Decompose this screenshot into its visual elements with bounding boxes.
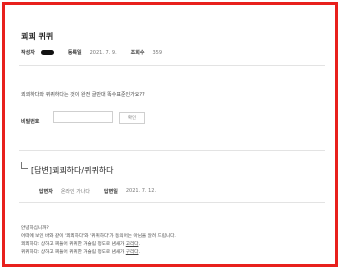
link-gurida[interactable]: 구리다 [126, 250, 139, 255]
views-label: 조회수 [130, 50, 145, 56]
reply-arrow-icon [21, 162, 28, 169]
link-gorida[interactable]: 고리다 [126, 242, 139, 247]
answer-line: 쾨쾨하다: 상하고 찌들어 퀴퀴한 거슬림 정도로 냄새가 고리다. [21, 242, 140, 247]
reply-date-value: 2021. 7. 12. [125, 188, 157, 194]
divider [19, 202, 325, 203]
content-frame: 쾨쾨 퀴퀴 작성자 등록일 2021. 7. 9. 조회수 359 쾨쾨하다와 … [2, 2, 338, 267]
answer-line: 안녕하십니까? [21, 226, 49, 231]
question-text: 쾨쾨하다와 퀴퀴하다는 것이 완전 글만대 똑수표준인가요?? [21, 92, 145, 98]
reply-title: [답변]쾨쾨하다/퀴퀴하다 [31, 166, 114, 175]
password-input[interactable] [53, 111, 113, 123]
reply-date-label: 답변일 [104, 189, 118, 195]
confirm-button[interactable]: 확인 [119, 112, 145, 124]
answerer-label: 답변자 [39, 189, 53, 195]
author-label: 작성자 [21, 50, 35, 56]
divider [19, 150, 325, 151]
reply-meta: 답변자 온라인 가나다 답변일 2021. 7. 12. [39, 188, 156, 195]
date-value: 2021. 7. 9. [89, 49, 117, 56]
author-redacted [40, 50, 54, 55]
answer-line: 어떠에 보인 바와 같이 '쾨쾨하다'와 '퀴퀴하다'가 동의어는 아님을 알려… [21, 234, 176, 239]
views-value: 359 [152, 49, 163, 56]
answerer-value: 온라인 가나다 [60, 189, 91, 195]
post-meta: 작성자 등록일 2021. 7. 9. 조회수 359 [21, 49, 163, 57]
answer-line: 퀴퀴하다: 상하고 찌들어 퀴퀴한 거슬림 정도로 냄새가 구리다. [21, 250, 140, 255]
password-label: 비밀번호 [21, 119, 40, 125]
post-title: 쾨쾨 퀴퀴 [21, 32, 54, 41]
date-label: 등록일 [67, 50, 82, 56]
divider [19, 65, 325, 66]
answer-body: 안녕하십니까? 어떠에 보인 바와 같이 '쾨쾨하다'와 '퀴퀴하다'가 동의어… [21, 225, 176, 257]
